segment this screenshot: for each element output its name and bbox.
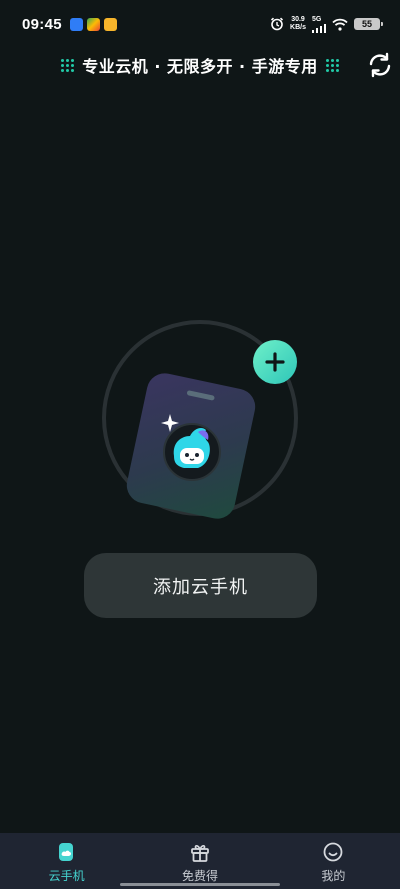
play-store-icon — [86, 17, 100, 31]
status-time: 09:45 — [22, 15, 62, 33]
nav-item-cloud-phone[interactable]: 云手机 — [0, 833, 133, 889]
mascot-icon — [161, 414, 221, 481]
nav-label-free: 免费得 — [181, 869, 218, 883]
smiley-profile-icon — [323, 842, 343, 862]
cloud-phone-icon — [58, 843, 73, 861]
network-speed-value: 30.9 — [291, 16, 305, 23]
nav-label-cloud-phone: 云手机 — [48, 869, 85, 883]
home-indicator[interactable] — [120, 883, 280, 886]
network-speed: 30.9 KB/s — [290, 16, 306, 32]
add-cloud-phone-button[interactable]: 添加云手机 — [84, 553, 317, 618]
nav-label-mine: 我的 — [321, 869, 346, 883]
gift-icon — [191, 845, 209, 862]
yellow-app-icon — [103, 17, 117, 31]
wifi-icon — [332, 18, 348, 31]
dots-right-icon — [325, 58, 339, 72]
nav-item-free[interactable]: 免费得 — [133, 833, 266, 889]
network-speed-unit: KB/s — [290, 24, 306, 31]
nav-item-mine[interactable]: 我的 — [267, 833, 400, 889]
status-right: 30.9 KB/s 5G 55 — [270, 16, 383, 33]
network-generation: 5G — [312, 15, 322, 23]
signal-group: 5G — [312, 16, 326, 33]
add-phone-plus-button[interactable] — [253, 340, 297, 384]
dots-left-icon — [61, 58, 75, 72]
notification-icons — [69, 17, 117, 31]
signal-icon — [312, 23, 326, 33]
bottom-nav: 云手机 免费得 我的 — [0, 833, 400, 889]
alarm-icon — [271, 17, 284, 31]
gallery-app-icon — [69, 17, 83, 31]
battery-indicator: 55 — [354, 18, 383, 30]
banner-slogan: 专业云机 · 无限多开 · 手游专用 — [82, 57, 318, 76]
battery-level: 55 — [361, 19, 372, 29]
plus-icon — [265, 352, 285, 372]
status-bar: 09:45 30.9 KB/s 5G 55 — [0, 0, 400, 48]
header-banner: 专业云机 · 无限多开 · 手游专用 — [58, 52, 342, 78]
refresh-icon[interactable] — [366, 51, 394, 79]
phone-notch — [186, 390, 215, 401]
